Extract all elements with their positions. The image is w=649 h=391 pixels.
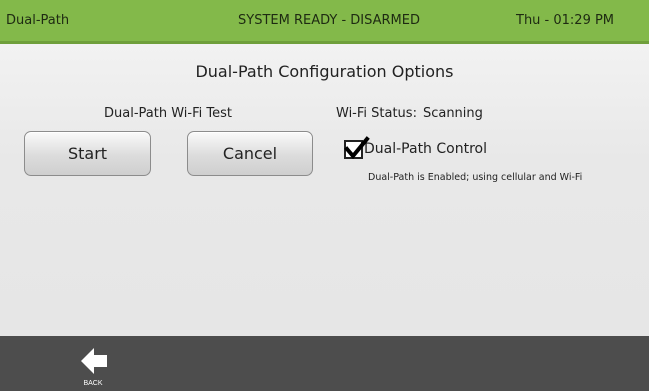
start-button[interactable]: Start <box>24 131 151 176</box>
system-status: SYSTEM READY - DISARMED <box>238 13 420 28</box>
checkbox-box[interactable] <box>344 135 370 159</box>
dual-path-control-label: Dual-Path Control <box>364 141 487 157</box>
wifi-test-label: Dual-Path Wi-Fi Test <box>104 106 232 121</box>
wifi-status: Wi-Fi Status: Scanning <box>336 106 483 121</box>
dual-path-hint: Dual-Path is Enabled; using cellular and… <box>368 172 583 183</box>
wifi-status-label: Wi-Fi Status: <box>336 106 417 121</box>
back-label: BACK <box>83 380 103 387</box>
wifi-status-value: Scanning <box>422 106 483 121</box>
content-panel <box>0 44 649 336</box>
back-button[interactable]: BACK <box>68 343 118 389</box>
cancel-button[interactable]: Cancel <box>187 131 313 176</box>
page-title: Dual-Path Configuration Options <box>195 62 454 81</box>
screen-title: Dual-Path <box>6 13 70 28</box>
checkmark-icon <box>344 135 370 159</box>
date-time: Thu - 01:29 PM <box>516 13 615 28</box>
status-bar: Dual-Path SYSTEM READY - DISARMED Thu - … <box>0 0 649 44</box>
arrow-left-icon <box>81 348 107 374</box>
dual-path-control-checkbox[interactable]: Dual-Path Control <box>344 135 487 160</box>
